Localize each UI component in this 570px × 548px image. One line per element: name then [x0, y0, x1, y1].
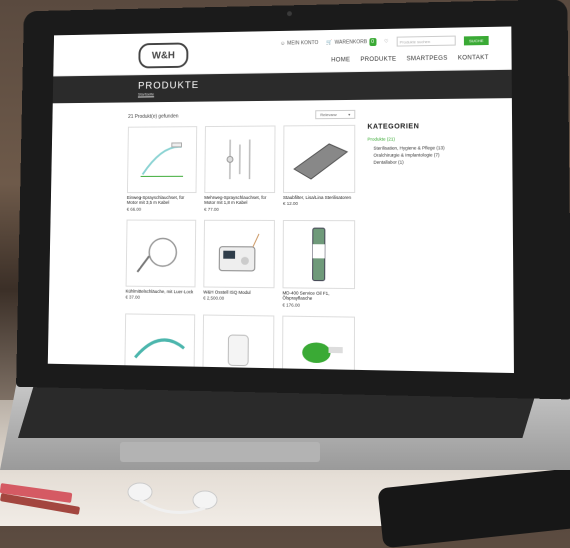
sidebar-heading: KATEGORIEN: [367, 123, 420, 131]
product-image[interactable]: [203, 219, 275, 289]
product-card[interactable]: [281, 315, 356, 374]
product-price: € 176.00: [282, 302, 300, 308]
product-card[interactable]: Kühlmittelschläuche, mit Luer-Lock € 37.…: [125, 219, 197, 306]
nav-home[interactable]: HOME: [331, 57, 350, 63]
trackpad[interactable]: [120, 442, 320, 462]
account-link[interactable]: ☺ MEIN KONTO: [280, 40, 318, 47]
cart-count-badge: 0: [369, 38, 376, 47]
category-root[interactable]: Produkte (21): [367, 136, 480, 142]
product-price: € 77.00: [204, 206, 219, 212]
nav-produkte[interactable]: PRODUKTE: [360, 57, 396, 64]
product-image[interactable]: [204, 125, 276, 194]
product-title[interactable]: Kühlmittelschläuche, mit Luer-Lock: [125, 288, 195, 294]
product-image[interactable]: [202, 314, 275, 374]
cart-link[interactable]: 🛒 WARENKORB 0: [326, 38, 376, 47]
product-title[interactable]: Mehrweg-Sprayschlauchset, für Motor mit …: [204, 195, 275, 206]
listing-toolbar: 21 Produkt(e) gefunden Relevanz ▾: [128, 109, 356, 121]
product-title[interactable]: Einweg-Sprayschlauchset, für Motor mit 3…: [127, 195, 197, 206]
product-title[interactable]: W&H Osstell ISQ Modul: [203, 289, 274, 295]
main-nav: HOME PRODUKTE SMARTPEGS KONTAKT: [331, 55, 489, 63]
category-sidebar: KATEGORIEN Produkte (21) Sterilisation, …: [367, 109, 481, 373]
product-title[interactable]: MD-400 Service Oil F1, Ölsprayflasche: [282, 290, 355, 302]
browser-viewport: W&H ☺ MEIN KONTO 🛒 WARENKORB 0 ♡ Produkt…: [47, 26, 514, 374]
laptop-screen-bezel: W&H ☺ MEIN KONTO 🛒 WARENKORB 0 ♡ Produkt…: [16, 0, 570, 400]
product-card[interactable]: Einweg-Sprayschlauchset, für Motor mit 3…: [126, 126, 198, 212]
search-button[interactable]: SUCHE: [463, 35, 489, 45]
product-image[interactable]: [283, 124, 356, 194]
product-image[interactable]: [125, 219, 197, 288]
product-card[interactable]: [124, 312, 196, 374]
product-card[interactable]: Mehrweg-Sprayschlauchset, für Motor mit …: [204, 125, 276, 212]
product-listing: 21 Produkt(e) gefunden Relevanz ▾ Einweg…: [124, 109, 356, 374]
product-price: € 66.00: [126, 206, 142, 212]
product-card[interactable]: [202, 314, 275, 374]
category-item[interactable]: Sterilisation, Hygiene & Pflege (13): [373, 145, 480, 150]
product-image[interactable]: [124, 312, 196, 374]
chevron-down-icon: ▾: [348, 111, 351, 117]
product-image[interactable]: [282, 219, 356, 289]
product-price: € 12.00: [282, 201, 298, 207]
product-image[interactable]: [126, 126, 198, 194]
nav-smartpegs[interactable]: SMARTPEGS: [407, 56, 448, 63]
result-count: 21 Produkt(e) gefunden: [128, 113, 179, 120]
wishlist-heart-icon[interactable]: ♡: [384, 39, 389, 45]
earbuds-icon: [127, 482, 218, 514]
user-icon: ☺: [280, 40, 286, 47]
cart-icon: 🛒: [326, 39, 333, 46]
product-card[interactable]: W&H Osstell ISQ Modul € 2,500.00: [203, 219, 275, 307]
site-header: W&H ☺ MEIN KONTO 🛒 WARENKORB 0 ♡ Produkt…: [53, 26, 512, 77]
product-card[interactable]: MD-400 Service Oil F1, Ölsprayflasche € …: [282, 219, 356, 308]
nav-kontakt[interactable]: KONTAKT: [458, 55, 489, 62]
main-content: 21 Produkt(e) gefunden Relevanz ▾ Einweg…: [48, 98, 514, 374]
category-item[interactable]: Dentallabor (1): [373, 159, 480, 165]
search-input[interactable]: Produkte suchen: [396, 35, 456, 47]
site-logo[interactable]: W&H: [138, 42, 189, 69]
product-image[interactable]: [281, 315, 356, 374]
product-price: € 2,500.00: [203, 295, 225, 301]
product-price: € 37.00: [125, 294, 140, 300]
product-card[interactable]: Staubfilter, Lisa/Lina Sterilisatoren € …: [282, 124, 356, 212]
product-grid: Einweg-Sprayschlauchset, für Motor mit 3…: [124, 124, 356, 374]
product-title[interactable]: Staubfilter, Lisa/Lina Sterilisatoren: [283, 195, 355, 200]
category-item[interactable]: Oralchirurgie & Implantologie (7): [373, 152, 480, 157]
webcam-icon: [286, 11, 292, 17]
utility-bar: ☺ MEIN KONTO 🛒 WARENKORB 0 ♡ Produkte su…: [280, 35, 489, 49]
sort-select[interactable]: Relevanz ▾: [315, 109, 356, 120]
